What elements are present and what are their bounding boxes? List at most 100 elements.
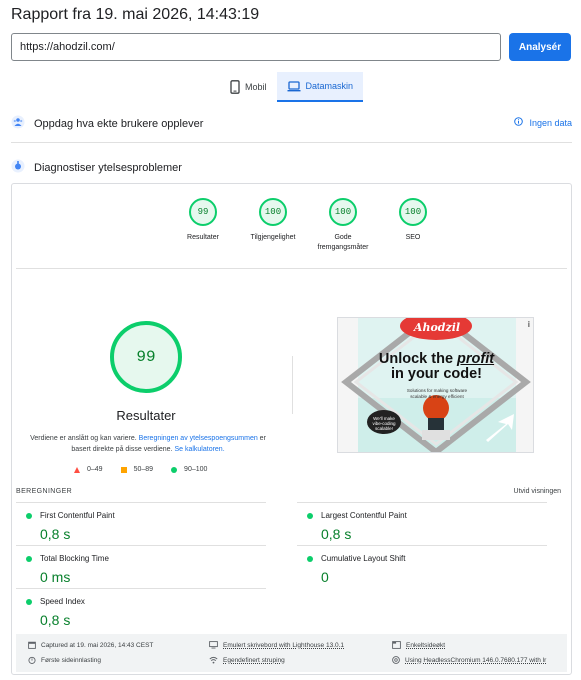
vertical-separator (292, 356, 293, 414)
metric-value: 0 (321, 569, 329, 585)
calculator-link[interactable]: Se kalkulatoren. (174, 446, 224, 453)
pass-icon (26, 556, 32, 562)
legend-range: 50–89 (133, 466, 154, 473)
lab-icon (11, 159, 25, 178)
metric-divider (297, 502, 547, 503)
diagnose-heading: Diagnostiser ytelsesproblemer (34, 162, 182, 174)
metric-value: 0,8 s (321, 526, 352, 542)
tab-desktop-label: Datamaskin (305, 81, 354, 91)
tab-mobile[interactable]: Mobil (220, 72, 277, 102)
legend-range: 90–100 (184, 466, 208, 473)
people-icon (11, 115, 25, 134)
throttling-info[interactable]: Egendefinert struping (209, 656, 285, 664)
metric-value: 0 ms (40, 569, 71, 585)
desktop-icon (209, 641, 218, 649)
disclaimer-text: Verdiene er anslått og kan variere. (30, 435, 139, 442)
expand-view-toggle[interactable]: Utvid visningen (514, 488, 561, 495)
ad-brand: Ahodzil (413, 321, 461, 334)
category-label: SEO (405, 234, 421, 241)
metric-divider (297, 545, 547, 546)
category-gauges: 99 Resultater 100 Tilgjengelighet 100 Go… (168, 198, 448, 253)
captured-text: Captured at 19. mai 2026, 14:43 CEST (41, 641, 154, 649)
analyze-button[interactable]: Analysér (509, 33, 571, 61)
first-load-info: Første sideinnlasting (28, 656, 101, 664)
seo-gauge: 100 (399, 198, 427, 226)
ad-subtitle: Solutions for making software scalable &… (406, 388, 468, 399)
pass-icon (307, 556, 313, 562)
ad-headline: Unlock the profit in your code! (338, 351, 533, 383)
category-seo[interactable]: 100 SEO (378, 198, 448, 253)
tab-desktop[interactable]: Datamaskin (276, 72, 364, 102)
report-card: 99 Resultater 100 Tilgjengelighet 100 Go… (11, 183, 572, 675)
captured-info: Captured at 19. mai 2026, 14:43 CEST (28, 641, 153, 649)
device-tabs: Mobil Datamaskin (220, 72, 364, 102)
real-users-section: Oppdag hva ekte brukere opplever (11, 115, 572, 133)
category-label: Gode fremgangsmåter (317, 234, 369, 251)
diagnose-section: Diagnostiser ytelsesproblemer (11, 159, 572, 177)
first-load-text: Første sideinnlasting (41, 656, 101, 664)
category-label: Resultater (187, 234, 219, 241)
ad-headline-em: profit (457, 351, 495, 367)
metrics-heading: BEREGNINGER (16, 488, 73, 495)
category-performance[interactable]: 99 Resultater (168, 198, 238, 253)
accessibility-gauge: 100 (259, 198, 287, 226)
laptop-icon (287, 80, 301, 92)
legend-range: 0–49 (87, 466, 103, 473)
wifi-icon (209, 656, 218, 664)
metric-divider (16, 588, 266, 589)
legend-pass: 90–100 (171, 466, 207, 473)
ad-speech-bubble: We'll make vibe-coding scalable! (372, 416, 396, 432)
runtime-settings: Captured at 19. mai 2026, 14:43 CEST Emu… (16, 634, 567, 672)
chrome-icon (392, 656, 400, 664)
phone-icon (230, 80, 240, 94)
triangle-icon (74, 466, 80, 473)
url-input[interactable] (11, 33, 501, 61)
section-divider (11, 142, 572, 143)
timer-icon (28, 656, 36, 664)
emulated-text: Emulert skrivebord with Lighthouse 13.0.… (223, 641, 345, 649)
calendar-icon (28, 641, 36, 649)
category-label: Tilgjengelighet (250, 234, 296, 241)
no-data-label: Ingen data (529, 117, 572, 128)
throttling-text: Egendefinert struping (223, 656, 285, 664)
tab-mobile-label: Mobil (245, 82, 267, 92)
ad-info-icon[interactable]: i (528, 320, 530, 329)
performance-label: Resultater (116, 408, 176, 423)
metric-name: Total Blocking Time (40, 554, 109, 563)
metric-divider (16, 502, 266, 503)
ad-headline-part: Unlock the (378, 351, 458, 367)
metric-value: 0,8 s (40, 526, 71, 542)
metric-divider (16, 545, 266, 546)
metric-name: Speed Index (40, 597, 85, 606)
session-info[interactable]: Enkeltsideøkt (392, 641, 445, 649)
metric-name: Largest Contentful Paint (321, 511, 407, 520)
performance-score-gauge: 99 (110, 321, 182, 393)
pass-icon (307, 513, 313, 519)
pass-icon (26, 599, 32, 605)
session-text: Enkeltsideøkt (406, 641, 446, 649)
pass-icon (26, 513, 32, 519)
score-disclaimer: Verdiene er anslått og kan variere. Bere… (26, 433, 270, 455)
legend-fail: 0–49 (74, 466, 103, 473)
score-legend: 0–49 50–89 90–100 (74, 466, 207, 473)
metric-name: First Contentful Paint (40, 511, 115, 520)
category-best-practices[interactable]: 100 Gode fremgangsmåter (308, 198, 378, 253)
browser-info[interactable]: Using HeadlessChromium 146.0.7680.177 wi… (392, 656, 546, 664)
tab-icon (392, 641, 401, 649)
score-calculation-link[interactable]: Beregningen av ytelsespoengsummen (139, 435, 258, 442)
report-title: Rapport fra 19. mai 2026, 14:43:19 (11, 6, 260, 23)
no-data-link[interactable]: Ingen data (514, 117, 572, 128)
browser-text: Using HeadlessChromium 146.0.7680.177 wi… (405, 656, 547, 664)
legend-average: 50–89 (120, 466, 154, 473)
real-users-heading: Oppdag hva ekte brukere opplever (34, 118, 204, 130)
ad-illustration (338, 318, 533, 452)
info-icon (514, 117, 524, 128)
metric-name: Cumulative Layout Shift (321, 554, 406, 563)
ad-headline-part: in your code! (390, 366, 483, 383)
page-screenshot-thumbnail[interactable]: Ahodzil Unlock the profit in your code! … (337, 317, 534, 453)
category-accessibility[interactable]: 100 Tilgjengelighet (238, 198, 308, 253)
square-icon (120, 466, 127, 473)
emulated-info[interactable]: Emulert skrivebord with Lighthouse 13.0.… (209, 641, 344, 649)
metric-value: 0,8 s (40, 612, 71, 628)
card-divider (16, 268, 567, 269)
